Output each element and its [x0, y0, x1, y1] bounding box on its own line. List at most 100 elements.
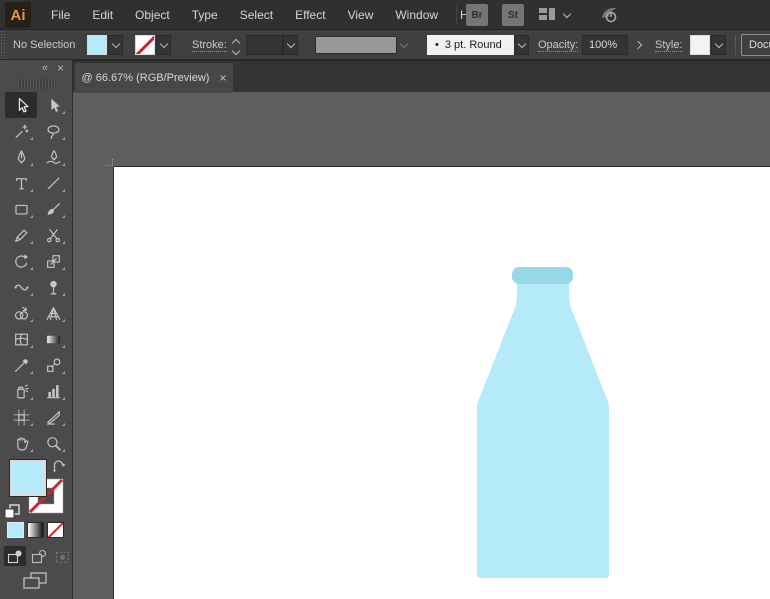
artboard-tool[interactable] — [5, 404, 37, 430]
change-screen-mode-icon[interactable] — [22, 572, 48, 595]
chevron-right-icon — [633, 40, 643, 50]
stroke-weight-field[interactable] — [246, 35, 283, 55]
collapse-panel-icon[interactable]: « — [42, 62, 48, 74]
tools-panel: « × — [0, 60, 73, 599]
blend-tool[interactable] — [37, 352, 69, 378]
gradient-tool[interactable] — [37, 326, 69, 352]
shaper-tool[interactable] — [5, 222, 37, 248]
bottle-lip-shape[interactable] — [512, 267, 573, 284]
type-tool-icon — [15, 177, 27, 189]
eyedropper-tool[interactable] — [5, 352, 37, 378]
pen-tool[interactable] — [5, 144, 37, 170]
chevron-down-icon — [517, 39, 526, 48]
artboard-tool-icon — [12, 408, 30, 426]
panel-close-icon[interactable]: × — [57, 62, 64, 74]
rotate-tool-icon — [14, 253, 28, 268]
width-tool[interactable] — [5, 274, 37, 300]
brush-definition-dropdown[interactable]: • 3 pt. Round — [427, 35, 514, 55]
draw-normal-button[interactable] — [4, 546, 26, 566]
illustrator-logo[interactable]: Ai — [5, 2, 31, 28]
workspace-switcher-icon[interactable] — [538, 7, 556, 26]
menu-window[interactable]: Window — [384, 0, 449, 30]
gradient-tool-icon — [46, 335, 60, 343]
opacity-value: 100% — [589, 39, 618, 51]
menu-object[interactable]: Object — [124, 0, 181, 30]
none-slash-icon — [136, 36, 154, 54]
fill-color-dropdown[interactable] — [108, 35, 123, 55]
selection-tool-icon — [18, 97, 28, 112]
chevron-down-icon — [286, 39, 295, 48]
symbol-sprayer-tool[interactable] — [5, 378, 37, 404]
tab-close-icon[interactable]: × — [219, 72, 226, 84]
zoom-tool[interactable] — [37, 430, 69, 456]
canvas-area[interactable] — [73, 92, 770, 599]
magic-wand-tool[interactable] — [5, 118, 37, 144]
default-fill-stroke-icon[interactable] — [4, 504, 20, 519]
draw-behind-button[interactable] — [28, 546, 50, 566]
menu-file[interactable]: File — [40, 0, 81, 30]
opacity-input[interactable]: 100% — [582, 35, 628, 55]
gpu-performance-icon[interactable] — [598, 4, 624, 31]
bottle-artwork[interactable] — [114, 167, 770, 599]
opacity-expand-button[interactable] — [631, 35, 645, 55]
workspace-chevron-down-icon[interactable] — [562, 9, 572, 19]
scale-tool[interactable] — [37, 248, 69, 274]
graphic-style-dropdown[interactable] — [711, 35, 726, 55]
mesh-tool-icon — [14, 333, 28, 345]
magic-wand-tool-icon — [15, 124, 28, 138]
menu-edit[interactable]: Edit — [81, 0, 124, 30]
scissors-tool[interactable] — [37, 222, 69, 248]
stroke-panel-link[interactable]: Stroke: — [192, 39, 227, 52]
curvature-tool[interactable] — [37, 144, 69, 170]
direct-selection-tool[interactable] — [37, 92, 69, 118]
opacity-panel-link[interactable]: Opacity: — [538, 39, 579, 52]
scale-tool-icon — [46, 254, 60, 268]
perspective-grid-tool[interactable] — [37, 300, 69, 326]
menu-effect[interactable]: Effect — [284, 0, 336, 30]
controlbar-grip[interactable] — [0, 30, 7, 60]
mesh-tool[interactable] — [5, 326, 37, 352]
rectangle-tool[interactable] — [5, 196, 37, 222]
chevron-down-icon — [159, 39, 168, 48]
puppet-warp-tool[interactable] — [37, 274, 69, 300]
style-panel-link[interactable]: Style: — [655, 39, 683, 52]
document-tab[interactable]: @ 66.67% (RGB/Preview) × — [75, 63, 233, 93]
bridge-button[interactable]: Br — [466, 4, 488, 26]
menu-view[interactable]: View — [337, 0, 385, 30]
swap-fill-stroke-icon[interactable] — [52, 460, 67, 473]
paintbrush-tool[interactable] — [37, 196, 69, 222]
graphic-style-swatch[interactable] — [690, 35, 710, 55]
gradient-button[interactable] — [27, 522, 44, 538]
column-graph-tool[interactable] — [37, 378, 69, 404]
stroke-color-dropdown[interactable] — [156, 35, 171, 55]
selection-tool[interactable] — [5, 92, 37, 118]
panel-drag-grip[interactable] — [18, 79, 56, 89]
shape-builder-tool[interactable] — [5, 300, 37, 326]
type-tool[interactable] — [5, 170, 37, 196]
line-segment-tool[interactable] — [37, 170, 69, 196]
none-button[interactable] — [47, 522, 64, 538]
rotate-tool[interactable] — [5, 248, 37, 274]
fill-color-indicator[interactable] — [9, 459, 47, 497]
stroke-weight-dropdown[interactable] — [283, 35, 298, 55]
document-setup-button[interactable]: Docu — [741, 34, 770, 56]
color-button[interactable] — [7, 522, 24, 538]
draw-inside-button[interactable] — [52, 546, 74, 566]
fill-color-swatch[interactable] — [87, 35, 107, 55]
stroke-color-swatch[interactable] — [135, 35, 155, 55]
hand-tool[interactable] — [5, 430, 37, 456]
paintbrush-tool-icon — [47, 202, 60, 215]
menu-type[interactable]: Type — [181, 0, 229, 30]
bottle-body-shape[interactable] — [477, 279, 609, 578]
variable-width-profile-dropdown[interactable] — [315, 36, 397, 54]
document-tab-bar: @ 66.67% (RGB/Preview) × — [0, 60, 770, 93]
stock-button[interactable]: St — [502, 4, 524, 26]
selection-status: No Selection — [13, 39, 76, 51]
lasso-tool[interactable] — [37, 118, 69, 144]
brush-dropdown-button[interactable] — [514, 35, 529, 55]
slice-tool[interactable] — [37, 404, 69, 430]
menu-select[interactable]: Select — [229, 0, 284, 30]
brush-definition-value: 3 pt. Round — [444, 39, 502, 51]
stroke-weight-stepper[interactable] — [229, 35, 242, 55]
perspective-grid-tool-icon — [46, 306, 60, 320]
